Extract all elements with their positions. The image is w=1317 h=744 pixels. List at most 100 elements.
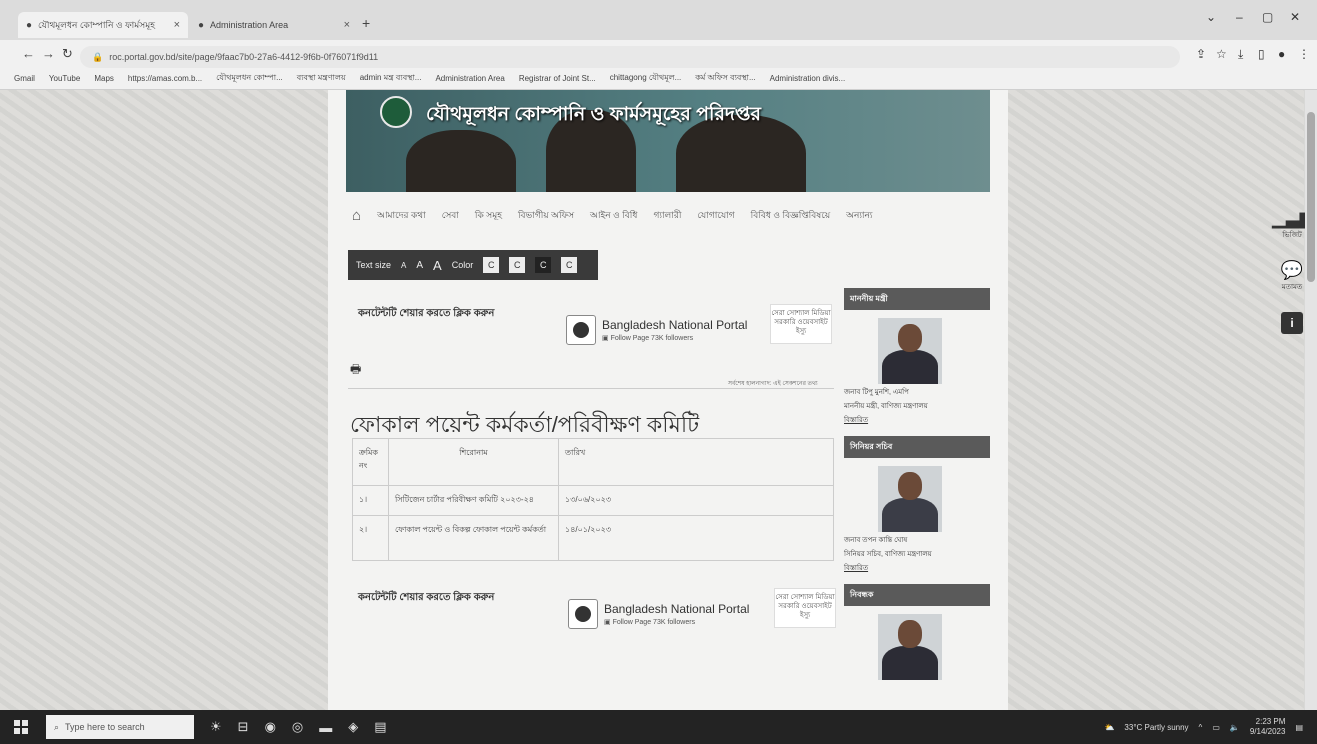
tab-title: Administration Area <box>210 20 289 30</box>
details-link[interactable]: বিস্তারিত <box>844 562 994 574</box>
page-scrollbar[interactable] <box>1305 90 1317 710</box>
text-size-decrease[interactable]: A <box>401 261 406 270</box>
award-card-text: সেরা সোশ্যাল মিডিয়া সরকারি ওয়েবসাইট <box>771 310 831 326</box>
close-window-button[interactable]: ✕ <box>1290 10 1300 24</box>
task-view-icon[interactable]: ⊟ <box>238 719 249 735</box>
bookmark-star-icon[interactable]: ☆ <box>1216 47 1227 61</box>
row-title-link[interactable]: ফোকাল পয়েন্ট ও বিকল্প ফোকাল পয়েন্ট কর্… <box>389 516 559 560</box>
minimize-button[interactable]: – <box>1236 10 1243 24</box>
site-page: যৌথমূলধন কোম্পানি ও ফার্মসমূহের পরিদপ্তর… <box>328 90 1008 710</box>
text-size-normal[interactable]: A <box>416 260 423 271</box>
nav-item[interactable]: আইন ও বিধি <box>590 208 637 223</box>
close-tab-icon[interactable]: × <box>344 19 350 31</box>
clock-time[interactable]: 2:23 PM <box>1250 717 1286 727</box>
color-option[interactable]: C <box>561 257 578 273</box>
official-role: মাননীয় মন্ত্রী, বাণিজ্য মন্ত্রণালয় <box>844 403 928 410</box>
new-tab-button[interactable]: + <box>362 15 370 31</box>
close-tab-icon[interactable]: × <box>174 19 180 31</box>
app-icon[interactable]: ◈ <box>348 719 358 735</box>
accessibility-toolbar: Text size A A A Color C C C C <box>348 250 598 280</box>
app-icon[interactable]: ▤ <box>374 719 386 735</box>
sidebar: মাননীয় মন্ত্রী জনাব টিপু মুনশি, এমপি মা… <box>844 288 994 680</box>
nav-item[interactable]: বিভাগীয় অফিস <box>518 208 574 223</box>
table-header-row: ক্রমিক নং শিরোনাম তারিখ <box>353 439 833 486</box>
browser-tab[interactable]: ● Administration Area × <box>190 12 358 38</box>
share-icon[interactable]: ⇪ <box>1196 47 1206 61</box>
nav-item[interactable]: কি সমূহ <box>475 208 502 223</box>
edge-icon[interactable]: ◎ <box>292 719 303 735</box>
back-icon[interactable]: ← <box>22 46 35 61</box>
bookmark-item[interactable]: কর্ম অফিস ব্যবস্থা... <box>695 72 755 85</box>
award-card-link[interactable]: ইস্যু <box>771 327 831 336</box>
nav-item[interactable]: বিবিধ ও বিজ্ঞপ্তিবিষয়ে <box>751 208 830 223</box>
official-role: সিনিয়র সচিব, বাণিজ্য মন্ত্রণালয় <box>844 551 932 558</box>
menu-icon[interactable]: ⋮ <box>1298 47 1310 61</box>
taskbar-search[interactable]: ⌕ Type here to search <box>46 715 194 739</box>
file-explorer-icon[interactable]: ▬ <box>319 720 332 735</box>
bookmark-item[interactable]: Administration Area <box>435 74 504 83</box>
address-bar[interactable]: 🔒 roc.portal.gov.bd/site/page/9faac7b0-2… <box>80 46 1180 68</box>
text-size-increase[interactable]: A <box>433 258 442 273</box>
tab-search-icon[interactable]: ⌄ <box>1206 10 1216 24</box>
reload-icon[interactable]: ↻ <box>62 46 73 62</box>
color-option[interactable]: C <box>509 257 526 273</box>
government-logo-icon[interactable] <box>380 96 412 128</box>
nav-item[interactable]: যোগাযোগ <box>697 208 734 223</box>
banner-title: যৌথমূলধন কোম্পানি ও ফার্মসমূহের পরিদপ্তর <box>426 104 761 125</box>
background-pattern <box>0 90 328 710</box>
profile-icon[interactable]: ● <box>1278 47 1285 61</box>
sidepanel-icon[interactable]: ▯ <box>1258 47 1265 61</box>
award-card-link[interactable]: ইস্যু <box>775 611 835 620</box>
url-text: roc.portal.gov.bd/site/page/9faac7b0-27a… <box>109 52 379 62</box>
maximize-button[interactable]: ▢ <box>1262 10 1273 24</box>
bookmark-item[interactable]: https://amas.com.b... <box>128 74 202 83</box>
print-icon[interactable]: 🖶 <box>350 360 361 381</box>
browser-tab-active[interactable]: ● যৌথমূলধন কোম্পানি ও ফার্মসমূহ × <box>18 12 188 38</box>
home-icon[interactable]: ⌂ <box>352 207 361 224</box>
follow-page-button[interactable]: Follow Page <box>611 335 650 342</box>
browser-tab-bar: ● যৌথমূলধন কোম্পানি ও ফার্মসমূহ × ● Admi… <box>0 0 1317 40</box>
bookmark-item[interactable]: যৌথমূলধন কোম্পা... <box>216 72 283 85</box>
divider <box>348 388 834 389</box>
chrome-icon[interactable]: ◉ <box>265 719 276 735</box>
portal-name: Bangladesh National Portal <box>604 602 750 616</box>
bookmark-item[interactable]: Administration divis... <box>770 74 846 83</box>
nav-item[interactable]: অন্যান্য <box>846 208 872 223</box>
national-portal-widget[interactable]: Bangladesh National Portal ▣ Follow Page… <box>566 310 756 350</box>
national-portal-widget[interactable]: Bangladesh National Portal ▣ Follow Page… <box>568 594 758 634</box>
bookmark-item[interactable]: Maps <box>94 74 114 83</box>
tray-chevron-icon[interactable]: ^ <box>1199 723 1203 732</box>
site-favicon-icon: ● <box>198 19 205 31</box>
info-icon: i <box>1281 312 1303 334</box>
focal-point-table: ক্রমিক নং শিরোনাম তারিখ ১। সিটিজেন চার্ট… <box>352 438 834 561</box>
bookmark-item[interactable]: admin মন্ত্র ব্যবস্থা... <box>360 72 422 85</box>
tab-title: যৌথমূলধন কোম্পানি ও ফার্মসমূহ <box>38 19 155 30</box>
table-row: ২। ফোকাল পয়েন্ট ও বিকল্প ফোকাল পয়েন্ট … <box>353 516 833 560</box>
page-viewport: যৌথমূলধন কোম্পানি ও ফার্মসমূহের পরিদপ্তর… <box>0 90 1317 710</box>
download-icon[interactable]: ⤓ <box>1238 47 1243 62</box>
weather-text[interactable]: 33°C Partly sunny <box>1124 723 1188 732</box>
volume-icon[interactable]: 🔈 <box>1230 723 1240 732</box>
details-link[interactable]: বিস্তারিত <box>844 414 994 426</box>
nav-item[interactable]: গ্যালারী <box>653 208 681 223</box>
color-option[interactable]: C <box>535 257 552 273</box>
bookmark-item[interactable]: Gmail <box>14 74 35 83</box>
color-option[interactable]: C <box>483 257 500 273</box>
bookmark-item[interactable]: chittagong যৌথমূল... <box>610 72 682 85</box>
nav-item[interactable]: সেবা <box>442 208 459 223</box>
follow-page-button[interactable]: Follow Page <box>613 619 652 626</box>
scrollbar-thumb[interactable] <box>1307 112 1315 282</box>
bookmark-item[interactable]: ব্যবস্থা মন্ত্রণালয় <box>297 72 346 85</box>
forward-icon[interactable]: → <box>42 46 55 61</box>
bookmark-item[interactable]: YouTube <box>49 74 80 83</box>
row-title-link[interactable]: সিটিজেন চার্টার পরিবীক্ষণ কমিটি ২০২৩-২৪ <box>389 486 559 515</box>
award-card-text: সেরা সোশ্যাল মিডিয়া সরকারি ওয়েবসাইট <box>775 594 835 610</box>
network-icon[interactable]: ▭ <box>1212 723 1220 732</box>
notification-icon[interactable]: ▤ <box>1295 723 1303 732</box>
windows-start-icon[interactable] <box>8 714 34 740</box>
registrar-photo <box>878 614 942 680</box>
widgets-icon[interactable]: ☀ <box>210 719 222 735</box>
clock-date[interactable]: 9/14/2023 <box>1250 727 1286 737</box>
bookmark-item[interactable]: Registrar of Joint St... <box>519 74 596 83</box>
nav-item[interactable]: আমাদের কথা <box>377 208 426 223</box>
